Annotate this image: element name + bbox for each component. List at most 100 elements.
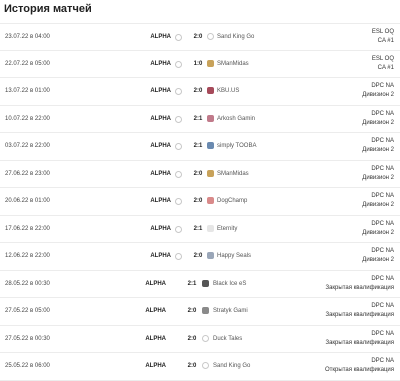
team-a-logo-icon [175, 143, 182, 150]
match-event[interactable]: DPC NA Дивизион 2 [362, 220, 394, 238]
team-b-name[interactable]: Arkosh Gamin [217, 106, 255, 133]
match-row[interactable]: 27.06.22 в 23:00 ALPHA 2:0 SManMidas DPC NA Д… [0, 161, 400, 188]
smanmidas-logo-icon [207, 169, 214, 177]
match-date: 28.05.22 в 00:30 [5, 280, 50, 287]
event-name: DPC NA [371, 330, 394, 337]
team-a-logo-icon [175, 88, 182, 95]
event-stage: Открытая квалификация [325, 367, 394, 373]
match-row[interactable]: 03.07.22 в 22:00 ALPHA 2:1 simply TOOBA DPC … [0, 133, 400, 161]
team-b-name[interactable]: Happy Seals [217, 243, 251, 270]
event-stage: Закрытая квалификация [325, 339, 394, 346]
event-stage: Дивизион 2 [362, 92, 394, 98]
match-event[interactable]: DPC NA Дивизион 2 [362, 110, 394, 128]
team-b-name[interactable]: Black Ice eS [213, 271, 246, 298]
event-stage: Закрытая квалификация [325, 312, 394, 318]
match-event[interactable]: DPC NA Открытая квалификация [325, 357, 394, 375]
match-row[interactable]: 12.06.22 в 22:00 ALPHA 2:0 Happy Seals DPC N… [0, 243, 400, 271]
match-event[interactable]: DPC NA Дивизион 2 [362, 82, 394, 100]
arkosh-logo-icon [207, 114, 214, 122]
team-a-logo-icon [175, 253, 182, 260]
event-name: DPC NA [371, 303, 394, 309]
match-date: 27.05.22 в 05:00 [5, 308, 50, 314]
globe-icon [202, 334, 209, 342]
team-b-name[interactable]: Stratyk Gami [213, 298, 248, 325]
match-row[interactable]: 17.06.22 в 22:00 ALPHA 2:1 Eternity DPC NA Ди… [0, 216, 400, 243]
smanmidas-logo-icon [207, 59, 214, 67]
match-date: 12.06.22 в 22:00 [5, 253, 50, 259]
match-score: 2:0 [193, 253, 203, 259]
team-b-name[interactable]: SManMidas [217, 161, 249, 188]
match-score: 2:0 [187, 335, 197, 342]
globe-icon [202, 362, 209, 369]
match-score: 2:1 [193, 225, 203, 232]
match-event[interactable]: DPC NA Дивизион 2 [362, 192, 394, 210]
match-date: 10.07.22 в 22:00 [5, 115, 50, 122]
event-stage: CA #1 [377, 38, 394, 44]
eternity-logo-icon [207, 224, 214, 232]
team-a-name[interactable]: ALPHA [145, 326, 166, 353]
team-b-name[interactable]: DogChamp [217, 188, 247, 215]
match-score: 2:0 [187, 308, 197, 314]
match-event[interactable]: DPC NA Закрытая квалификация [325, 330, 394, 348]
black-ice-logo-icon [202, 279, 209, 287]
team-b-name[interactable]: KBU.US [217, 78, 239, 105]
match-date: 20.06.22 в 01:00 [5, 198, 50, 204]
match-row[interactable]: 23.07.22 в 04:00 ALPHA 2:0 Sand King Go ESL … [0, 23, 400, 51]
page-title: История матчей [4, 3, 92, 15]
match-score: 1:0 [193, 60, 203, 67]
team-a-logo-icon [175, 225, 182, 233]
team-a-name[interactable]: ALPHA [150, 216, 171, 243]
event-name: DPC NA [371, 248, 394, 254]
globe-icon [207, 33, 214, 40]
event-name: DPC NA [371, 165, 394, 172]
match-score: 2:0 [187, 363, 197, 369]
event-name: DPC NA [371, 358, 394, 364]
team-a-name[interactable]: ALPHA [150, 51, 171, 78]
match-score: 2:1 [187, 280, 197, 287]
match-row[interactable]: 27.05.22 в 00:30 ALPHA 2:0 Duck Tales DPC NA… [0, 326, 400, 353]
match-row[interactable]: 27.05.22 в 05:00 ALPHA 2:0 Stratyk Gami DPC … [0, 298, 400, 326]
match-event[interactable]: DPC NA Дивизион 2 [362, 165, 394, 183]
team-b-name[interactable]: Eternity [217, 216, 237, 243]
team-b-name[interactable]: Duck Tales [213, 326, 242, 353]
match-score: 2:0 [193, 198, 203, 204]
event-stage: CA #1 [377, 64, 394, 71]
team-a-name[interactable]: ALPHA [150, 243, 171, 270]
match-row[interactable]: 10.07.22 в 22:00 ALPHA 2:1 Arkosh Gamin DPC … [0, 106, 400, 133]
event-name: DPC NA [371, 193, 394, 199]
team-b-name[interactable]: SManMidas [217, 51, 249, 78]
team-a-name[interactable]: ALPHA [145, 271, 166, 298]
team-b-name[interactable]: Sand King Go [213, 353, 250, 380]
event-stage: Дивизион 2 [362, 119, 394, 126]
match-event[interactable]: DPC NA Дивизион 2 [362, 247, 394, 265]
team-b-name[interactable]: simply TOOBA [217, 133, 256, 160]
match-date: 23.07.22 в 04:00 [5, 34, 50, 40]
match-date: 27.06.22 в 23:00 [5, 170, 50, 177]
team-a-name[interactable]: ALPHA [150, 133, 171, 160]
event-name: DPC NA [371, 275, 394, 282]
match-row[interactable]: 13.07.22 в 01:00 ALPHA 2:0 KBU.US DPC NA Диви… [0, 78, 400, 106]
team-a-name[interactable]: ALPHA [150, 161, 171, 188]
team-a-logo-icon [175, 60, 182, 68]
event-name: DPC NA [371, 83, 394, 89]
team-a-name[interactable]: ALPHA [150, 188, 171, 215]
match-event[interactable]: DPC NA Дивизион 2 [362, 137, 394, 155]
stratyk-logo-icon [202, 307, 209, 314]
team-a-name[interactable]: ALPHA [150, 24, 171, 51]
match-row[interactable]: 28.05.22 в 00:30 ALPHA 2:1 Black Ice eS DPC … [0, 271, 400, 298]
kbu-logo-icon [207, 87, 214, 94]
team-a-name[interactable]: ALPHA [150, 106, 171, 133]
match-row[interactable]: 22.07.22 в 05:00 ALPHA 1:0 SManMidas ESL OQ C… [0, 51, 400, 78]
match-event[interactable]: DPC NA Закрытая квалификация [325, 302, 394, 320]
team-b-name[interactable]: Sand King Go [217, 24, 254, 51]
team-a-name[interactable]: ALPHA [150, 78, 171, 105]
team-a-logo-icon [175, 115, 182, 123]
team-a-name[interactable]: ALPHA [145, 298, 166, 325]
match-row[interactable]: 25.05.22 в 06:00 ALPHA 2:0 Sand King Go DPC … [0, 353, 400, 381]
match-event[interactable]: ESL OQ CA #1 [372, 28, 394, 46]
match-event[interactable]: DPC NA Закрытая квалификация [325, 275, 394, 293]
match-event[interactable]: ESL OQ CA #1 [372, 55, 394, 73]
team-a-name[interactable]: ALPHA [145, 353, 166, 380]
match-date: 03.07.22 в 22:00 [5, 143, 50, 149]
match-row[interactable]: 20.06.22 в 01:00 ALPHA 2:0 DogChamp DPC NA Ди… [0, 188, 400, 216]
